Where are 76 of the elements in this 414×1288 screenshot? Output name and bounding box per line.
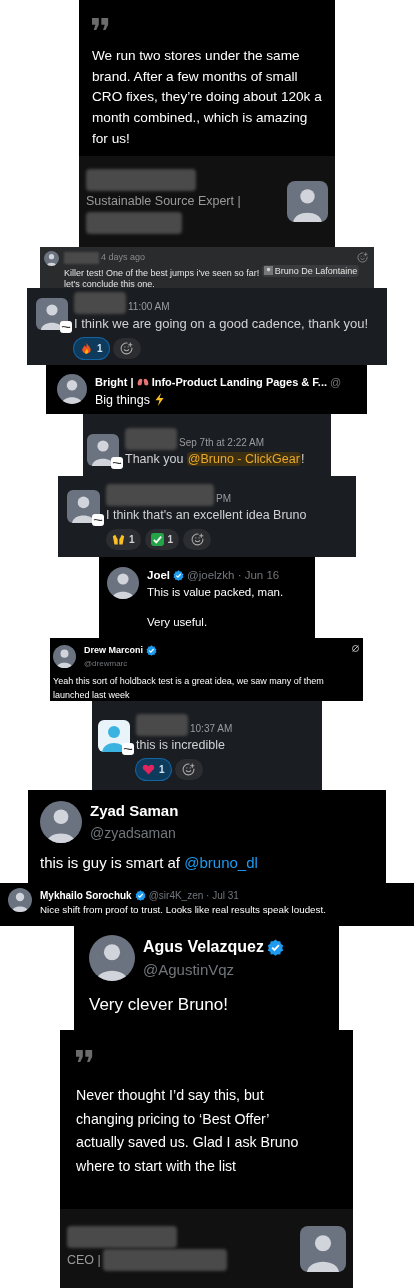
reaction-button[interactable]: 1 xyxy=(144,528,180,550)
avatar xyxy=(287,181,328,222)
avatar xyxy=(44,251,59,266)
mention-chip[interactable]: Bruno De Lafontaine xyxy=(261,264,360,277)
add-reaction-icon[interactable] xyxy=(357,252,368,264)
user-name: Bright | Info-Product Landing Pages & F... xyxy=(95,374,328,390)
user-name: Mykhailo Sorochuk xyxy=(40,889,132,903)
user-handle: @ xyxy=(330,375,342,390)
add-reaction-button[interactable] xyxy=(174,758,203,780)
message-time: 11:00 AM xyxy=(128,300,170,314)
avatar xyxy=(8,888,32,912)
add-reaction-button[interactable] xyxy=(112,337,141,359)
badge-icon xyxy=(111,457,123,469)
tweet-text: Big things xyxy=(95,390,342,410)
mention-link[interactable]: @Bruno - ClickGear xyxy=(186,452,301,466)
avatar xyxy=(57,374,87,404)
quote-text: We run two stores under the same brand. After a few months of small CRO fixes, they’re doing about 120k a month combined., which is amazing for us! xyxy=(92,47,322,148)
reaction-button[interactable]: 1 xyxy=(74,337,109,359)
avatar xyxy=(40,800,82,843)
tweet-text: This is value packed, man. xyxy=(147,585,284,601)
add-reaction-icon xyxy=(190,532,204,546)
message-text: I think that's an excellent idea Bruno xyxy=(106,507,307,524)
author-title: CEO | xyxy=(67,1251,101,1269)
avatar xyxy=(87,434,119,466)
quote-text: Never thought I’d say this, but changing pricing to ‘Best Offer’ actually saved us. Glad I ask Bruno where to start with the list xyxy=(76,1086,300,1176)
tweet-text: Nice shift from proof to trust. Looks like real results speak loudest. xyxy=(40,903,326,917)
user-name: Zyad Saman xyxy=(90,801,179,821)
quote-icon xyxy=(76,1050,93,1062)
avatar xyxy=(89,935,135,982)
avatar xyxy=(36,298,68,330)
reaction-button[interactable]: 1 xyxy=(106,528,141,550)
avatar xyxy=(98,720,130,752)
mention-link[interactable]: @bruno_dl xyxy=(184,853,258,871)
quote-icon xyxy=(92,18,109,30)
badge-icon xyxy=(122,743,134,755)
check-icon xyxy=(150,532,164,546)
redacted-name xyxy=(136,714,188,736)
avatar xyxy=(67,490,100,523)
avatar xyxy=(300,1225,346,1272)
comment-text: Killer test! One of the best jumps i've seen so far! Bruno De Lafontaine let's conclude this one. xyxy=(64,264,361,290)
add-reaction-icon xyxy=(120,341,134,355)
message-time: Sep 7th at 2:22 AM xyxy=(179,436,265,450)
badge-icon xyxy=(92,514,104,526)
tweet-text: Very useful. xyxy=(147,614,209,630)
user-handle: @zyadsaman xyxy=(90,823,177,843)
message-time: 10:37 AM xyxy=(190,722,233,736)
user-handle: @sir4K_zen · Jul 31 xyxy=(148,889,239,903)
user-name: Joel xyxy=(147,568,170,583)
redacted-name xyxy=(64,251,99,264)
tweet-text: Very clever Bruno! xyxy=(89,993,229,1016)
fire-icon xyxy=(80,341,93,355)
message-text: this is incredible xyxy=(136,737,226,754)
avatar xyxy=(53,645,76,669)
user-handle: @AgustinVqz xyxy=(143,960,236,980)
user-handle: @joelzkh · Jun 16 xyxy=(187,568,280,583)
message-text: I think we are going on a good cadence, thank you! xyxy=(74,315,369,333)
redacted-name xyxy=(125,428,177,450)
slashed-circle-icon xyxy=(351,644,360,653)
tweet-text: this is guy is smart af @bruno_dl xyxy=(40,852,259,873)
add-reaction-button[interactable] xyxy=(183,528,212,550)
user-name: Drew Marconi xyxy=(84,644,143,657)
avatar xyxy=(107,567,139,599)
avatar xyxy=(263,266,273,275)
user-handle: @drewmarc xyxy=(84,657,129,670)
message-time: PM xyxy=(216,492,231,506)
message-text: Thank you @Bruno - ClickGear! xyxy=(125,451,305,468)
tweet-text: Yeah this sort of holdback test is a great idea, we saw many of them launched last week xyxy=(53,674,325,702)
raised-hands-icon xyxy=(112,532,125,546)
badge-icon xyxy=(60,321,72,333)
heart-icon xyxy=(142,762,155,776)
author-title: Sustainable Source Expert | xyxy=(86,193,241,211)
add-reaction-icon xyxy=(182,762,196,776)
reaction-button[interactable]: 1 xyxy=(136,758,171,780)
redacted-name xyxy=(74,292,126,314)
user-name: Agus Velazquez xyxy=(143,937,264,957)
comment-time: 4 days ago xyxy=(101,251,146,264)
